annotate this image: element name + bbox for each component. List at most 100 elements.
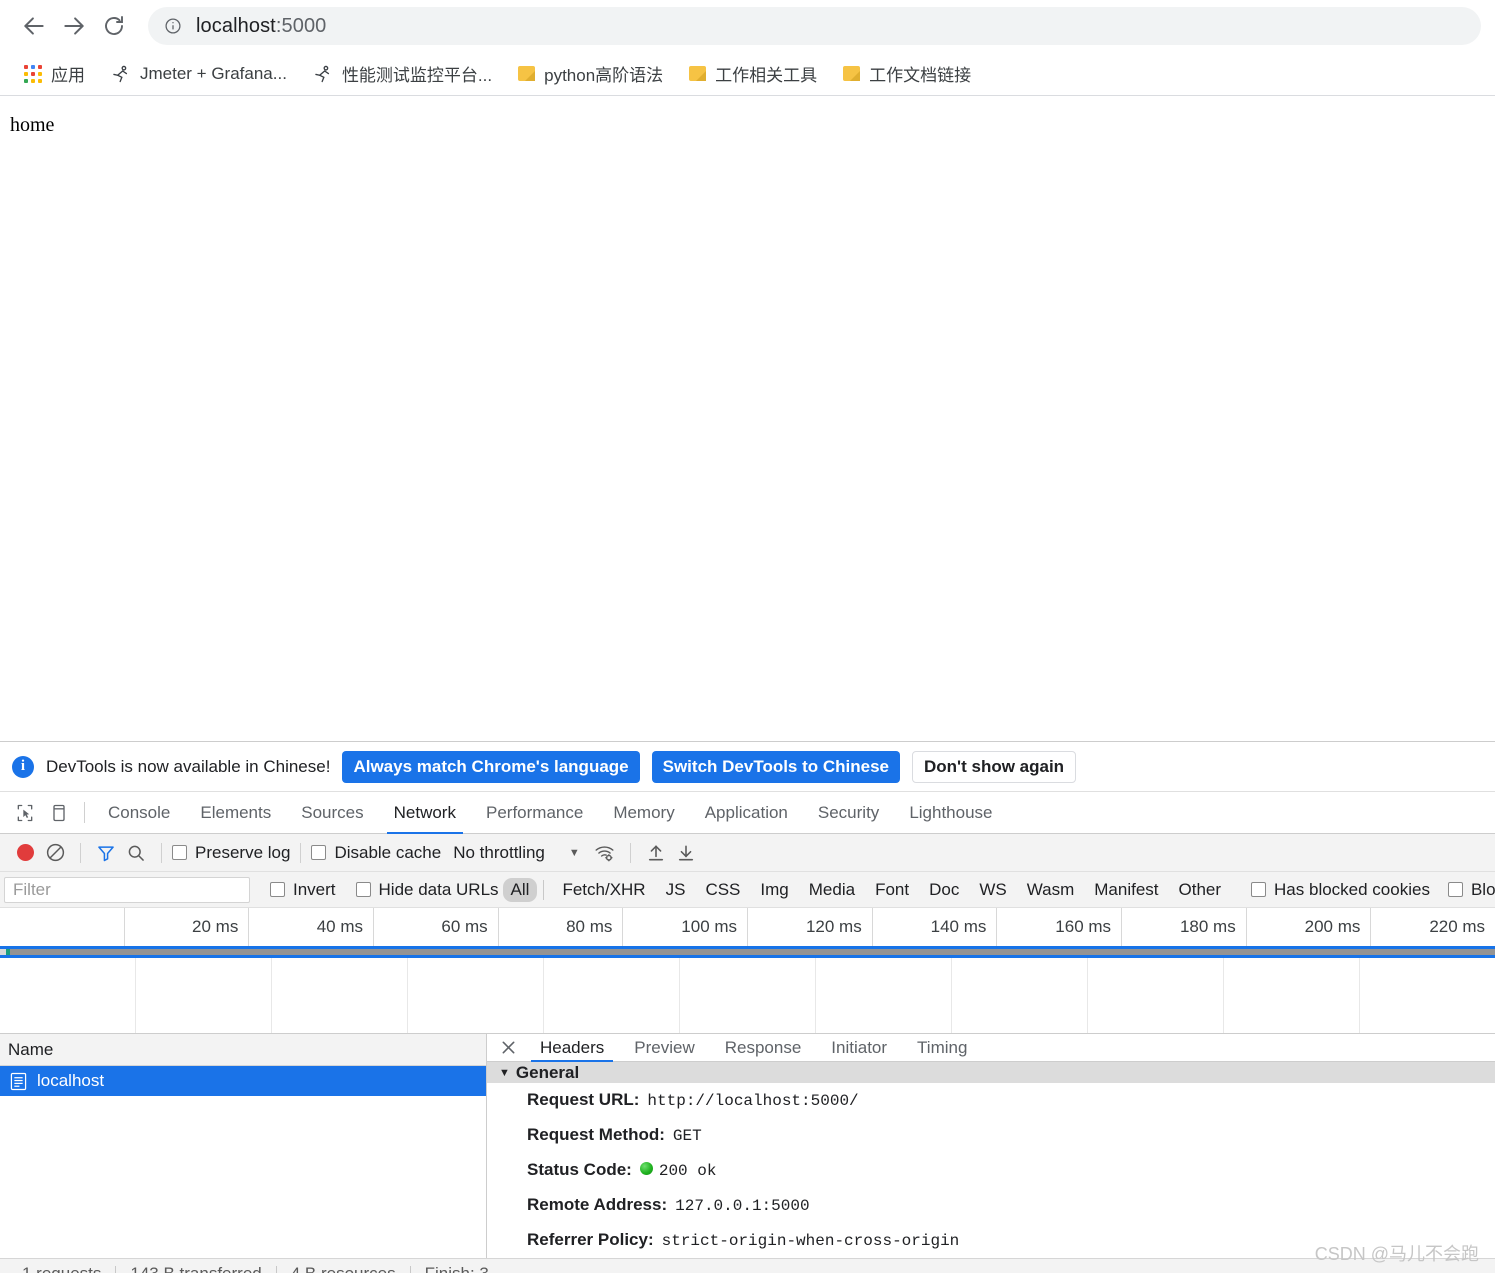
general-section-header[interactable]: ▼ General [487, 1062, 1495, 1083]
tab-response[interactable]: Response [710, 1034, 817, 1061]
folder-icon [843, 66, 861, 81]
filter-funnel-icon[interactable] [91, 838, 121, 868]
tab-application[interactable]: Application [690, 792, 803, 833]
bookmark-jmeter-grafana[interactable]: Jmeter + Grafana... [103, 58, 295, 90]
tab-memory[interactable]: Memory [598, 792, 689, 833]
checkbox-box [1251, 882, 1267, 897]
status-resources: 4 B resources [290, 1263, 396, 1273]
checkbox-box [172, 845, 187, 860]
network-timeline-ruler: 20 ms 40 ms 60 ms 80 ms 100 ms 120 ms 14… [0, 908, 1495, 946]
overview-column [1223, 958, 1359, 1033]
preserve-log-checkbox[interactable]: Preserve log [172, 843, 290, 863]
header-key: Status Code: [527, 1160, 632, 1179]
header-key: Request Method: [527, 1125, 665, 1144]
filter-type-manifest[interactable]: Manifest [1086, 878, 1166, 902]
wifi-gear-icon[interactable] [590, 838, 620, 868]
close-icon[interactable] [491, 1034, 525, 1061]
download-arrow-icon[interactable] [671, 838, 701, 868]
filter-type-doc[interactable]: Doc [921, 878, 967, 902]
filter-type-wasm[interactable]: Wasm [1019, 878, 1083, 902]
header-row-remote-address: Remote Address: 127.0.0.1:5000 [487, 1188, 1495, 1223]
tab-network[interactable]: Network [379, 792, 471, 834]
blocked-label: Blocked [1470, 879, 1495, 899]
back-button[interactable] [14, 6, 54, 46]
filter-type-all[interactable]: All [502, 877, 538, 902]
filter-type-fetch-xhr[interactable]: Fetch/XHR [554, 878, 653, 902]
overview-column [543, 958, 679, 1033]
bookmark-label: python高阶语法 [544, 66, 664, 85]
throttling-dropdown[interactable]: No throttling ▼ [453, 843, 580, 863]
bookmark-label: 工作相关工具 [715, 66, 818, 85]
blocked-requests-checkbox[interactable]: Blocked [1447, 879, 1495, 900]
device-toolbar-icon[interactable] [42, 792, 76, 833]
network-overview-graph[interactable] [0, 958, 1495, 1034]
tab-security[interactable]: Security [803, 792, 894, 833]
filter-type-css[interactable]: CSS [697, 878, 748, 902]
checkbox-box [270, 882, 285, 897]
info-icon: i [12, 755, 34, 778]
invert-checkbox[interactable]: Invert [270, 880, 336, 900]
filter-type-img[interactable]: Img [752, 878, 796, 902]
info-circle-icon[interactable] [164, 17, 182, 35]
tab-timing[interactable]: Timing [902, 1034, 982, 1061]
forward-button[interactable] [54, 6, 94, 46]
tab-headers[interactable]: Headers [525, 1034, 619, 1063]
search-magnifier-icon[interactable] [121, 838, 151, 868]
checkbox-box [311, 845, 327, 860]
overview-column [815, 958, 951, 1033]
tab-lighthouse[interactable]: Lighthouse [894, 792, 1007, 833]
header-key: Remote Address: [527, 1195, 668, 1214]
devtools-panel: i DevTools is now available in Chinese! … [0, 741, 1495, 1273]
checkbox-box [1447, 882, 1463, 897]
has-blocked-cookies-checkbox[interactable]: Has blocked cookies [1251, 880, 1430, 900]
filter-input[interactable]: Filter [4, 876, 250, 903]
bookmark-folder-python[interactable]: python高阶语法 [510, 58, 671, 90]
toolbar-divider [629, 842, 631, 863]
tab-elements[interactable]: Elements [185, 792, 286, 833]
dont-show-again-button[interactable]: Don't show again [912, 750, 1077, 783]
timeline-tick: 60 ms [373, 908, 498, 946]
tab-performance[interactable]: Performance [471, 792, 598, 833]
filter-type-js[interactable]: JS [658, 878, 694, 902]
general-section-title: General [515, 1062, 580, 1082]
bookmark-label: 性能测试监控平台... [341, 66, 493, 85]
address-bar-host: localhost [196, 14, 276, 37]
record-circle-icon[interactable] [10, 838, 40, 868]
folder-icon [518, 66, 536, 81]
bookmark-perf-monitor[interactable]: 性能测试监控平台... [305, 58, 500, 90]
table-row[interactable]: localhost [0, 1066, 486, 1096]
overview-request-marker [6, 949, 10, 955]
reload-button[interactable] [94, 6, 134, 46]
status-requests-count: 1 requests [22, 1263, 102, 1273]
filter-type-media[interactable]: Media [801, 878, 863, 902]
tab-console[interactable]: Console [93, 792, 185, 833]
tab-sources[interactable]: Sources [286, 792, 378, 833]
overview-column [1087, 958, 1223, 1033]
tab-preview[interactable]: Preview [619, 1034, 709, 1061]
bookmark-folder-work-docs[interactable]: 工作文档链接 [835, 58, 979, 90]
always-match-language-button[interactable]: Always match Chrome's language [342, 750, 640, 783]
filter-type-other[interactable]: Other [1171, 878, 1230, 902]
bookmark-folder-work-tools[interactable]: 工作相关工具 [681, 58, 825, 90]
filter-type-ws[interactable]: WS [971, 878, 1014, 902]
header-row-request-url: Request URL: http://localhost:5000/ [487, 1083, 1495, 1118]
throttling-value: No throttling [453, 842, 545, 862]
filter-type-font[interactable]: Font [867, 878, 917, 902]
switch-to-chinese-button[interactable]: Switch DevTools to Chinese [651, 750, 901, 783]
clear-no-entry-icon[interactable] [40, 838, 70, 868]
header-row-request-method: Request Method: GET [487, 1118, 1495, 1153]
browser-navigation-bar: localhost:5000 [0, 0, 1495, 52]
status-ok-dot-icon [639, 1162, 653, 1175]
bookmark-label: 工作文档链接 [869, 66, 972, 85]
requests-column-header[interactable]: Name [0, 1034, 486, 1066]
address-bar[interactable]: localhost:5000 [148, 7, 1481, 45]
bookmark-apps[interactable]: 应用 [16, 58, 93, 90]
overview-selection-scrollbar[interactable] [0, 946, 1495, 958]
hide-data-urls-checkbox[interactable]: Hide data URLs [355, 880, 499, 900]
inspect-cursor-icon[interactable] [8, 792, 42, 833]
upload-arrow-icon[interactable] [641, 838, 671, 868]
apps-grid-icon [24, 64, 42, 83]
network-requests-panel: Name localhost [0, 1034, 487, 1258]
tab-initiator[interactable]: Initiator [816, 1034, 902, 1061]
disable-cache-checkbox[interactable]: Disable cache [311, 843, 441, 863]
